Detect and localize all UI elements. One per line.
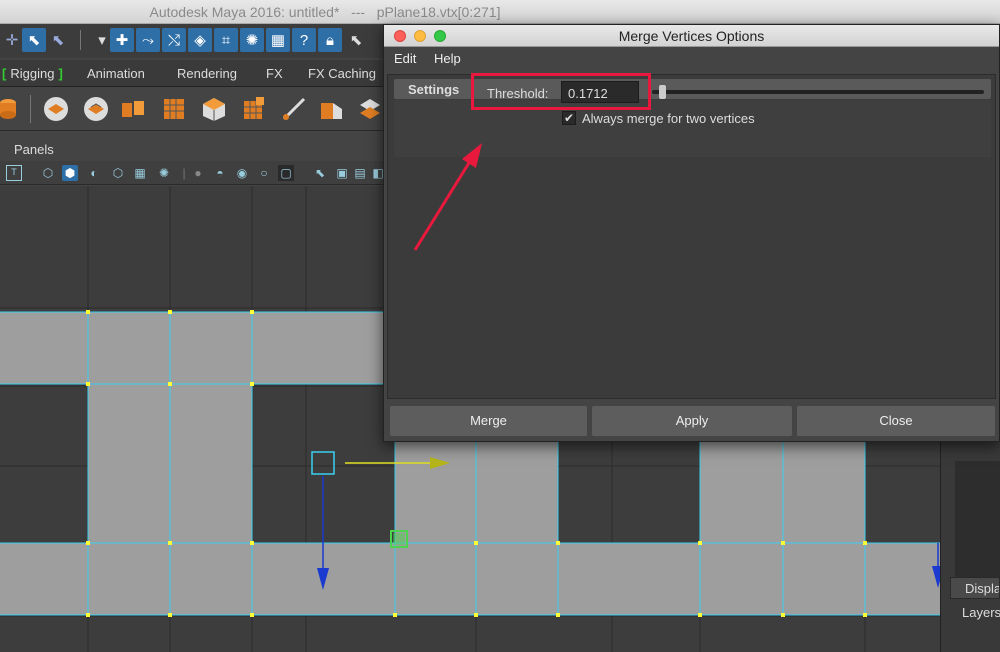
separate-icon[interactable] [120,95,148,123]
close-button[interactable]: Close [797,406,995,436]
bridge-icon[interactable] [356,95,384,123]
text-icon[interactable]: T [6,165,22,181]
panel-menu-bar: Panels [0,139,385,161]
main-window-titlebar: Autodesk Maya 2016: untitled* --- pPlane… [0,0,1000,24]
smooth-icon[interactable] [160,95,188,123]
always-merge-label: Always merge for two vertices [582,111,755,126]
shelf-tab-animation[interactable]: Animation [87,66,145,81]
panel-toolbar: T ⬡ ⬢ ◐ ⬡ ▦ ✺ | ● ◓ ◉ ○ ▢ ⬉ ▣ ▤ ◧ [0,161,385,185]
dialog-title: Merge Vertices Options [618,28,765,44]
shelf-tab-fx-caching[interactable]: FX Caching [308,66,376,81]
dialog-menu-bar: Edit Help [384,47,999,71]
combine-icon[interactable] [82,95,110,123]
panels-menu[interactable]: Panels [14,142,54,157]
motion-blur-icon[interactable]: ◉ [234,165,250,181]
merge-vertices-dialog: Merge Vertices Options Edit Help Setting… [383,24,1000,442]
shelf-tab-fx[interactable]: FX [266,66,283,81]
always-merge-checkbox[interactable]: ✔ [562,111,576,125]
shelf-tab-rigging[interactable]: Rigging [2,66,63,81]
snap-curve-icon[interactable]: ⌗ [214,28,238,52]
dialog-titlebar[interactable]: Merge Vertices Options [384,25,999,47]
apply-button[interactable]: Apply [592,406,792,436]
textured-icon[interactable]: ⬡ [110,165,126,181]
paint-select-icon[interactable]: ⬉ [46,28,70,52]
display-tab[interactable]: Display [950,577,1000,599]
extrude-icon[interactable] [240,95,268,123]
shelf-tab-rendering[interactable]: Rendering [177,66,237,81]
snap-point-icon[interactable]: ✺ [240,28,264,52]
aa-icon[interactable]: ○ [256,165,272,181]
help-icon[interactable]: ? [292,28,316,52]
cube-icon[interactable] [200,95,228,123]
move-icon[interactable]: ✚ [110,28,134,52]
settings-frame-title: Settings [408,82,460,97]
dialog-button-bar: Merge Apply Close [384,403,999,439]
shelf-divider [30,95,31,123]
shelf-icons [0,87,385,131]
checker-icon[interactable]: ▦ [132,165,148,181]
threshold-slider[interactable] [652,90,984,94]
rotate-icon[interactable]: ⤳ [136,28,160,52]
xray-joints-icon[interactable]: ▣ [334,165,350,181]
threshold-highlight-annotation [471,73,651,110]
xray-icon[interactable]: ⬉ [312,165,328,181]
lock-icon[interactable]: 🔒︎ [318,28,342,52]
camera-icon[interactable]: ▦ [266,28,290,52]
threshold-slider-handle[interactable] [658,85,666,99]
channel-box-area [955,461,1000,581]
shelf-tabs: Rigging Animation Rendering FX FX Cachin… [0,60,385,87]
snap-grid-icon[interactable]: ◈ [188,28,212,52]
cylinder-icon[interactable] [0,95,28,123]
ssao-icon[interactable]: ◓ [212,165,228,181]
multi-cut-icon[interactable] [280,95,308,123]
resolution-gate-icon[interactable]: ▤ [352,165,368,181]
bevel-icon[interactable] [318,95,346,123]
select-icon[interactable]: ⬉ [344,28,368,52]
toolbar-divider [80,30,81,50]
menu-edit[interactable]: Edit [394,51,416,66]
wireframe-on-shaded-icon[interactable]: ◐ [86,165,102,181]
layers-menu[interactable]: Layers [962,605,1000,620]
scale-icon[interactable]: ⤭ [162,28,186,52]
wireframe-icon[interactable]: ⬡ [40,165,56,181]
shaded-icon[interactable]: ⬢ [62,165,78,181]
menu-help[interactable]: Help [434,51,461,66]
isolate-icon[interactable]: ▢ [278,165,294,181]
shadows-icon[interactable]: ● [190,165,206,181]
lights-icon[interactable]: ✺ [156,165,172,181]
right-side-panel [940,441,1000,652]
select-tool-icon[interactable]: ✛ [0,28,24,52]
status-line-toolbar: ✛ ⬉ ⬉ ▾ ✚ ⤳ ⤭ ◈ ⌗ ✺ ▦ ? 🔒︎ ⬉ [0,24,385,58]
lasso-icon[interactable]: ⬉ [22,28,46,52]
poly-plane-icon[interactable] [42,95,70,123]
main-window-title: Autodesk Maya 2016: untitled* --- pPlane… [149,4,501,20]
merge-button[interactable]: Merge [390,406,587,436]
